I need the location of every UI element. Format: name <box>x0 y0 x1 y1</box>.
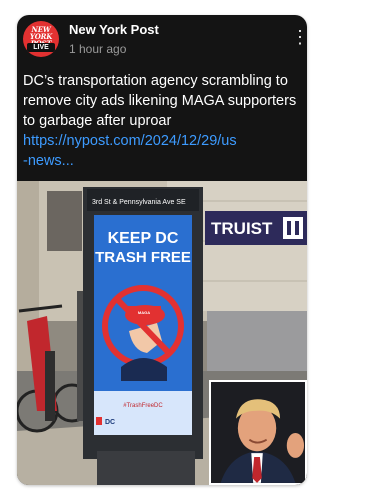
avatar[interactable]: NEW YORK POST LIVE <box>23 21 59 57</box>
street-sign-text: 3rd St & Pennsylvania Ave SE <box>92 199 186 206</box>
post-headline: DC’s transportation agency scrambling to… <box>23 73 297 129</box>
article-link-line2[interactable]: -news... <box>23 151 273 171</box>
article-link[interactable]: https://nypost.com/2024/12/29/us -news..… <box>23 131 273 171</box>
poster-hat-text: MAGA <box>138 310 150 315</box>
poster-line2: TRASH FREE <box>95 249 191 266</box>
post-timestamp: 1 hour ago <box>69 42 127 56</box>
post-card[interactable]: NEW YORK POST LIVE New York Post 1 hour … <box>17 15 307 485</box>
poster-hashtag: #TrashFreeDC <box>123 403 163 409</box>
source-name[interactable]: New York Post <box>69 22 159 37</box>
live-badge: LIVE <box>27 43 55 52</box>
inset-portrait <box>209 380 307 485</box>
bank-sign-text: TRUIST <box>211 219 273 238</box>
poster-line1: KEEP DC <box>108 230 179 247</box>
more-vertical-icon[interactable]: ⋮ <box>291 27 307 47</box>
poster-logo: DC <box>105 419 115 426</box>
article-link-line1[interactable]: https://nypost.com/2024/12/29/us <box>23 131 273 151</box>
